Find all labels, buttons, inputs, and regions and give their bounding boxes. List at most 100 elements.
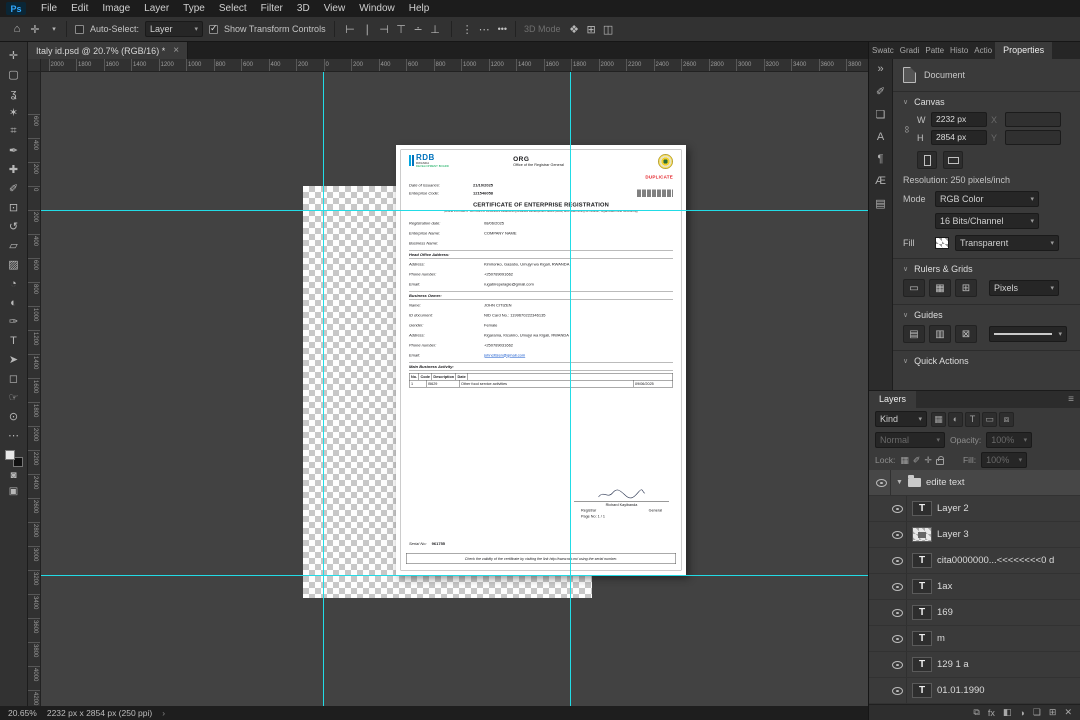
brush-tool[interactable]: ✐ bbox=[3, 179, 25, 198]
layer-name[interactable]: 169 bbox=[937, 607, 1076, 618]
capture-icon[interactable]: ◫ bbox=[601, 23, 616, 36]
align-top-icon[interactable]: ⊤ bbox=[394, 23, 409, 36]
vertical-guide[interactable] bbox=[570, 72, 571, 706]
filter-type-layers-icon[interactable]: T bbox=[965, 411, 980, 427]
toggle-rulers-icon[interactable]: ▭ bbox=[903, 279, 925, 297]
canvas-area[interactable]: RDB RWANDA DEVELOPMENT BOARD ORG Office … bbox=[28, 59, 868, 706]
rulers-grids-header[interactable]: ∨ Rulers & Grids bbox=[903, 264, 1070, 274]
layer-thumbnail[interactable] bbox=[912, 605, 932, 620]
menu-item[interactable]: View bbox=[317, 0, 353, 17]
layer-style-icon[interactable]: fx bbox=[988, 708, 995, 718]
layer-thumbnail[interactable] bbox=[912, 683, 932, 698]
edite text[interactable]: ▼ edite text bbox=[869, 470, 1080, 496]
distribute-h-icon[interactable]: ⋯ bbox=[477, 23, 492, 36]
guide-style-dropdown[interactable]: ▾ bbox=[989, 326, 1067, 342]
layer-name[interactable]: Layer 2 bbox=[937, 503, 1076, 514]
1ax[interactable]: ▼ 1ax bbox=[869, 574, 1080, 600]
magic-wand-tool[interactable]: ✶ bbox=[3, 103, 25, 122]
pen-tool[interactable]: ✑ bbox=[3, 312, 25, 331]
lock-all-icon[interactable] bbox=[935, 456, 944, 465]
visibility-eye-icon[interactable] bbox=[892, 634, 903, 643]
screen-mode-button[interactable]: ▣ bbox=[3, 483, 25, 499]
align-center-h-icon[interactable]: ∣ bbox=[360, 23, 375, 36]
visibility-eye-icon[interactable] bbox=[892, 556, 903, 565]
panel-menu-icon[interactable]: ≡ bbox=[1068, 394, 1074, 405]
visibility-eye-icon[interactable] bbox=[892, 660, 903, 669]
show-transform-controls-checkbox[interactable] bbox=[209, 23, 219, 34]
panel-tab[interactable]: Patte bbox=[922, 42, 947, 59]
group-expand-icon[interactable]: ▼ bbox=[896, 479, 903, 486]
ruler-horizontal[interactable]: 2200200018001600140012001000800600400200… bbox=[41, 59, 868, 72]
m[interactable]: ▼ m bbox=[869, 626, 1080, 652]
marquee-tool[interactable]: ▢ bbox=[3, 65, 25, 84]
canvas-y-field[interactable] bbox=[1005, 130, 1061, 145]
visibility-eye-icon[interactable] bbox=[892, 530, 903, 539]
grid-view-icon[interactable]: ⊞ bbox=[584, 23, 599, 36]
panel-tab[interactable]: Swatc bbox=[869, 42, 897, 59]
clear-guides-icon[interactable]: ⊠ bbox=[955, 325, 977, 343]
01.01.1990[interactable]: ▼ 01.01.1990 bbox=[869, 678, 1080, 704]
landscape-orientation-button[interactable] bbox=[943, 151, 963, 169]
auto-select-checkbox[interactable] bbox=[75, 24, 84, 34]
layer-thumbnail[interactable] bbox=[912, 501, 932, 516]
link-dimensions-icon[interactable]: ∞ bbox=[901, 126, 912, 133]
horizontal-guide[interactable] bbox=[41, 210, 868, 211]
ruler-origin-corner[interactable] bbox=[28, 59, 41, 72]
Layer 3[interactable]: ▼ Layer 3 bbox=[869, 522, 1080, 548]
color-swatches[interactable] bbox=[4, 450, 23, 467]
129 1 a[interactable]: ▼ 129 1 a bbox=[869, 652, 1080, 678]
visibility-eye-icon[interactable] bbox=[892, 582, 903, 591]
layer-mask-icon[interactable]: ◧ bbox=[1003, 707, 1012, 718]
tool-preset-dropdown-icon[interactable]: ▾ bbox=[50, 25, 58, 33]
menu-item[interactable]: Edit bbox=[64, 0, 95, 17]
snap-icon[interactable]: ⊞ bbox=[955, 279, 977, 297]
layer-name[interactable]: 1ax bbox=[937, 581, 1076, 592]
menu-item[interactable]: Select bbox=[212, 0, 254, 17]
layer-name[interactable]: cita0000000...<<<<<<<<0 d bbox=[937, 555, 1076, 566]
lock-transparency-icon[interactable]: ▦ bbox=[900, 455, 909, 466]
eyedropper-tool[interactable]: ✒ bbox=[3, 141, 25, 160]
collapse-panels-icon[interactable]: » bbox=[877, 63, 883, 75]
layer-thumbnail[interactable] bbox=[912, 579, 932, 594]
canvas-height-field[interactable]: 2854 px bbox=[931, 130, 987, 145]
layer-thumbnail[interactable] bbox=[912, 527, 932, 542]
libraries-panel-icon[interactable]: ▤ bbox=[875, 197, 885, 210]
dodge-tool[interactable]: ◐ bbox=[3, 293, 25, 312]
tab-properties[interactable]: Properties bbox=[995, 42, 1053, 59]
visibility-eye-icon[interactable] bbox=[892, 608, 903, 617]
document-tab[interactable]: Italy id.psd @ 20.7% (RGB/16) * × bbox=[28, 42, 189, 59]
lock-guides-icon[interactable]: ▥ bbox=[929, 325, 951, 343]
menu-item[interactable]: Filter bbox=[254, 0, 290, 17]
ruler-vertical[interactable]: 600 400 200 0 200 400 600 800 1000 1200 1400 1600 18… bbox=[28, 72, 41, 706]
169[interactable]: ▼ 169 bbox=[869, 600, 1080, 626]
new-layer-icon[interactable]: ⊞ bbox=[1049, 707, 1057, 718]
canvas-section-header[interactable]: ∨ Canvas bbox=[903, 97, 1070, 107]
menu-item[interactable]: Type bbox=[176, 0, 212, 17]
zoom-tool[interactable]: ⊙ bbox=[3, 407, 25, 426]
type-tool[interactable]: T bbox=[3, 331, 25, 350]
toggle-grid-icon[interactable]: ▦ bbox=[929, 279, 951, 297]
align-left-icon[interactable]: ⊢ bbox=[343, 23, 358, 36]
ruler-units-dropdown[interactable]: Pixels ▾ bbox=[989, 280, 1059, 296]
layer-name[interactable]: 01.01.1990 bbox=[937, 685, 1076, 696]
paragraph-panel-icon[interactable]: ¶ bbox=[878, 153, 884, 165]
visibility-eye-icon[interactable] bbox=[892, 504, 903, 513]
lasso-tool[interactable]: ʓ bbox=[3, 84, 25, 103]
color-mode-dropdown[interactable]: RGB Color ▾ bbox=[935, 191, 1039, 207]
fill-field[interactable]: 100% ▾ bbox=[981, 452, 1028, 468]
panel-tab[interactable]: Gradi bbox=[897, 42, 923, 59]
align-right-icon[interactable]: ⊣ bbox=[377, 23, 392, 36]
filter-pixel-layers-icon[interactable]: ▦ bbox=[931, 411, 946, 427]
panel-tab[interactable]: Histo bbox=[947, 42, 971, 59]
move-tool[interactable]: ✛ bbox=[3, 46, 25, 65]
eraser-tool[interactable]: ▱ bbox=[3, 236, 25, 255]
auto-select-target-dropdown[interactable]: Layer ▾ bbox=[145, 21, 204, 37]
status-options-icon[interactable]: › bbox=[162, 708, 165, 718]
bit-depth-dropdown[interactable]: 16 Bits/Channel ▾ bbox=[935, 213, 1039, 229]
character-panel-icon[interactable]: A bbox=[877, 131, 884, 143]
distribute-v-icon[interactable]: ⋮ bbox=[460, 23, 475, 36]
canvas-width-field[interactable]: 2232 px bbox=[931, 112, 987, 127]
foreground-color-swatch[interactable] bbox=[4, 450, 15, 460]
workspace-icon[interactable]: ❖ bbox=[567, 23, 582, 36]
layer-filter-kind-dropdown[interactable]: Kind ▾ bbox=[875, 411, 927, 427]
